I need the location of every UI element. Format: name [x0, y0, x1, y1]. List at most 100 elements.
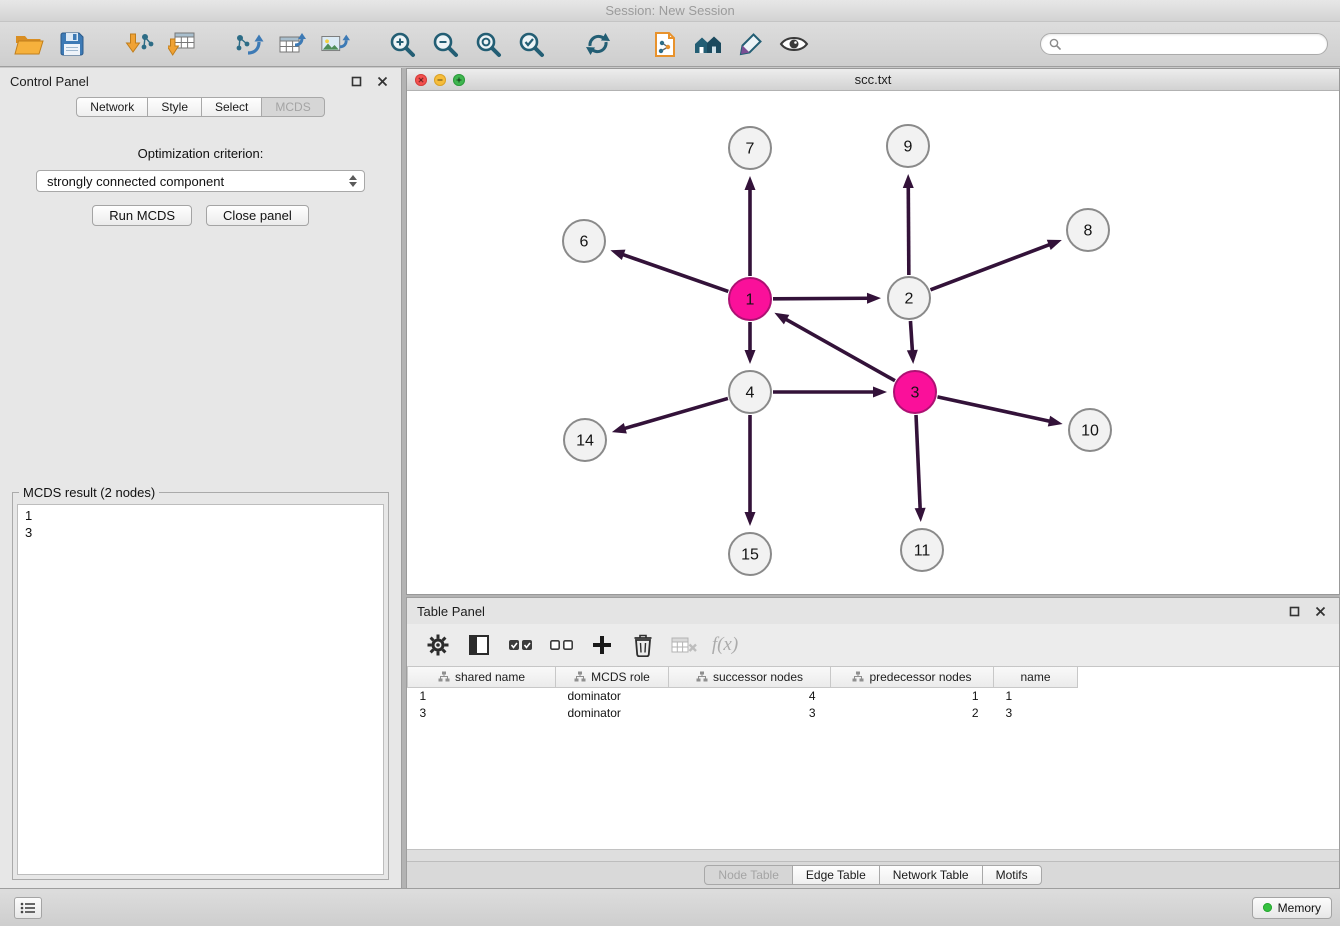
open-session-button[interactable] [12, 27, 46, 61]
cell[interactable]: 3 [994, 704, 1078, 721]
svg-text:3: 3 [911, 385, 920, 402]
cell[interactable]: 1 [994, 687, 1078, 704]
float-panel-button[interactable] [347, 72, 365, 90]
search-box[interactable] [1040, 33, 1328, 55]
show-hide-details-button[interactable] [777, 27, 811, 61]
export-network-button[interactable] [232, 27, 266, 61]
cell[interactable]: dominator [556, 704, 669, 721]
graph-edge-2-9[interactable] [903, 174, 914, 275]
close-panel-button[interactable] [373, 72, 391, 90]
graph-node-8[interactable]: 8 [1067, 209, 1109, 251]
run-mcds-button[interactable]: Run MCDS [92, 205, 192, 226]
cell[interactable]: 2 [831, 704, 994, 721]
graph-node-4[interactable]: 4 [729, 371, 771, 413]
cell[interactable]: 3 [408, 704, 556, 721]
graph-node-6[interactable]: 6 [563, 220, 605, 262]
column-header-mcds-role[interactable]: MCDS role [556, 667, 669, 687]
graph-node-15[interactable]: 15 [729, 533, 771, 575]
cell[interactable]: 3 [669, 704, 831, 721]
select-all-button[interactable] [505, 630, 535, 660]
tab-edge-table[interactable]: Edge Table [792, 865, 880, 885]
tab-network-table[interactable]: Network Table [879, 865, 983, 885]
tab-select[interactable]: Select [201, 97, 262, 117]
graph-edge-4-3[interactable] [773, 387, 887, 398]
tab-mcds[interactable]: MCDS [261, 97, 324, 117]
zoom-out-icon [432, 31, 459, 58]
memory-button[interactable]: Memory [1252, 897, 1332, 919]
deselect-all-button[interactable] [546, 630, 576, 660]
refresh-icon [584, 31, 612, 57]
table-row[interactable]: 1 dominator 4 1 1 [408, 687, 1340, 704]
graph-node-1[interactable]: 1 [729, 278, 771, 320]
zoom-in-button[interactable] [385, 27, 419, 61]
window-close-button[interactable] [415, 74, 427, 86]
export-image-button[interactable] [318, 27, 352, 61]
add-button[interactable] [587, 630, 617, 660]
graph-edge-2-3[interactable] [907, 321, 918, 364]
window-minimize-button[interactable] [434, 74, 446, 86]
hierarchy-icon [438, 671, 450, 682]
graph-node-3[interactable]: 3 [894, 371, 936, 413]
toolbar-separator [361, 44, 376, 45]
tab-node-table[interactable]: Node Table [704, 865, 793, 885]
home-view-button[interactable] [691, 27, 725, 61]
column-header-name[interactable]: name [994, 667, 1078, 687]
zoom-selected-button[interactable] [514, 27, 548, 61]
graph-node-14[interactable]: 14 [564, 419, 606, 461]
task-history-button[interactable] [14, 897, 42, 919]
cell[interactable]: 1 [408, 687, 556, 704]
refresh-view-button[interactable] [581, 27, 615, 61]
cell[interactable]: 4 [669, 687, 831, 704]
tab-network[interactable]: Network [76, 97, 148, 117]
delete-button[interactable] [628, 630, 658, 660]
delete-table-button[interactable] [669, 630, 699, 660]
float-table-panel-button[interactable] [1285, 602, 1303, 620]
graph-edge-1-2[interactable] [773, 293, 881, 304]
network-view-window: scc.txt 7968124314101511 [406, 68, 1340, 595]
graph-edge-4-14[interactable] [612, 398, 728, 433]
cell[interactable]: dominator [556, 687, 669, 704]
column-header-shared-name[interactable]: shared name [408, 667, 556, 687]
search-input[interactable] [1066, 37, 1319, 51]
mcds-result-text[interactable]: 1 3 [17, 504, 384, 875]
import-table-button[interactable] [165, 27, 199, 61]
export-table-button[interactable] [275, 27, 309, 61]
graph-edge-4-15[interactable] [745, 415, 756, 526]
tab-motifs[interactable]: Motifs [982, 865, 1042, 885]
cell[interactable]: 1 [831, 687, 994, 704]
optimization-criterion-dropdown[interactable]: strongly connected component [36, 170, 365, 192]
graph-edge-3-11[interactable] [915, 415, 926, 522]
graph-edge-1-6[interactable] [610, 250, 728, 292]
zoom-out-button[interactable] [428, 27, 462, 61]
tab-style[interactable]: Style [147, 97, 202, 117]
close-table-panel-button[interactable] [1311, 602, 1329, 620]
graph-node-2[interactable]: 2 [888, 277, 930, 319]
graph-edge-1-4[interactable] [745, 322, 756, 364]
window-maximize-button[interactable] [453, 74, 465, 86]
network-canvas[interactable]: 7 9 6 8 1 2 4 3 14 10 15 11 [407, 91, 1339, 594]
zoom-fit-button[interactable] [471, 27, 505, 61]
network-document-button[interactable] [648, 27, 682, 61]
table-scroll-strip[interactable] [407, 849, 1339, 861]
graph-edge-2-8[interactable] [931, 240, 1062, 290]
graph-node-9[interactable]: 9 [887, 125, 929, 167]
column-header-successor-nodes[interactable]: successor nodes [669, 667, 831, 687]
delete-table-icon [671, 635, 697, 655]
graph-edge-3-10[interactable] [937, 397, 1062, 427]
svg-text:6: 6 [580, 234, 589, 251]
apply-style-button[interactable] [734, 27, 768, 61]
graph-node-11[interactable]: 11 [901, 529, 943, 571]
graph-edge-1-7[interactable] [745, 176, 756, 276]
graph-node-10[interactable]: 10 [1069, 409, 1111, 451]
graph-node-7[interactable]: 7 [729, 127, 771, 169]
graph-edge-3-1[interactable] [774, 313, 895, 381]
save-session-button[interactable] [55, 27, 89, 61]
window-title: Session: New Session [605, 3, 734, 18]
column-header-predecessor-nodes[interactable]: predecessor nodes [831, 667, 994, 687]
table-settings-button[interactable] [423, 630, 453, 660]
show-columns-button[interactable] [464, 630, 494, 660]
function-builder-button[interactable]: f(x) [710, 630, 740, 660]
table-row[interactable]: 3 dominator 3 2 3 [408, 704, 1340, 721]
import-network-button[interactable] [122, 27, 156, 61]
close-panel-button-2[interactable]: Close panel [206, 205, 309, 226]
